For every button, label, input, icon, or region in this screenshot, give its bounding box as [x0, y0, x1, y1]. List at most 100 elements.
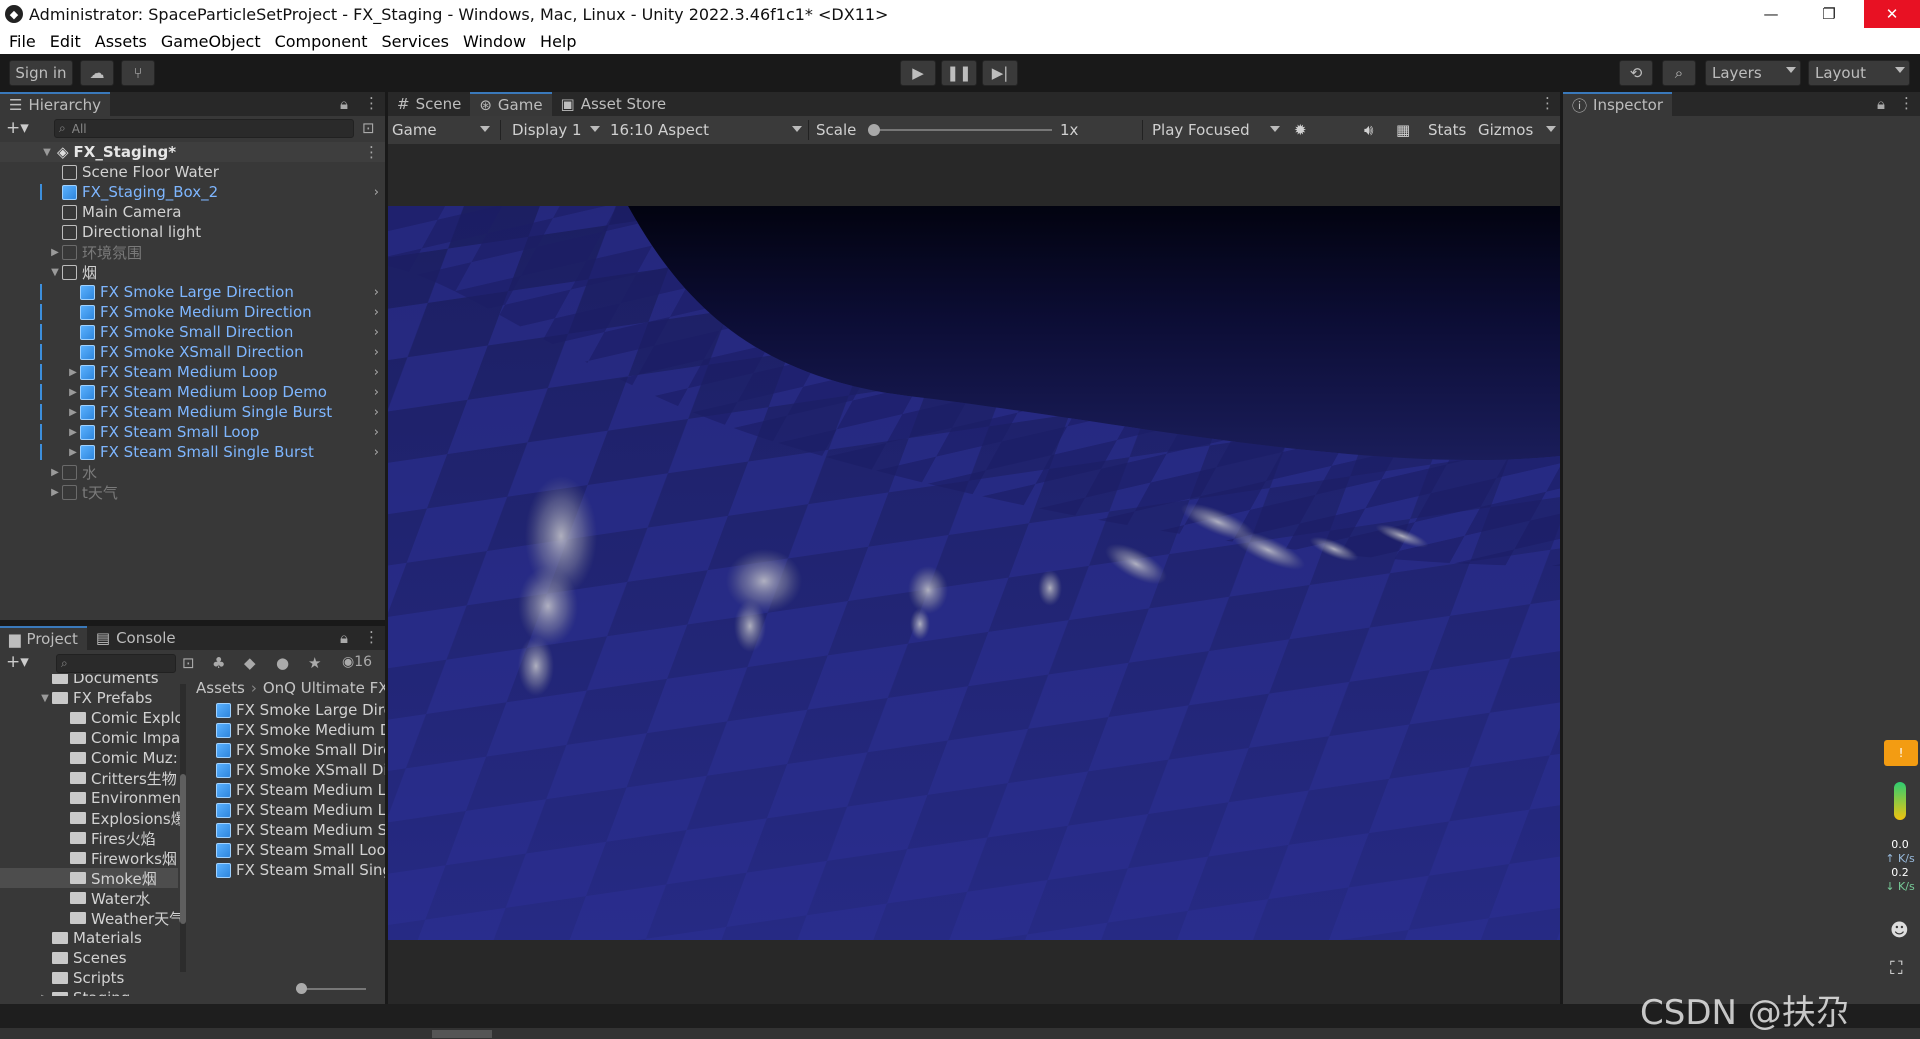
hidden-packages-counter[interactable]: ◉16 — [342, 654, 372, 670]
folder-item[interactable]: Explosions爆 — [0, 808, 186, 828]
hierarchy-item[interactable]: FX Smoke Large Direction › — [0, 282, 385, 302]
hierarchy-item[interactable]: FX Smoke Small Direction › — [0, 322, 385, 342]
panel-menu-icon[interactable]: ⋮ — [1899, 94, 1914, 112]
folder-item[interactable]: Materials — [0, 928, 178, 948]
hierarchy-item[interactable]: ▶ t天气 — [0, 482, 385, 502]
bug-icon[interactable]: ✹ — [1290, 120, 1316, 140]
close-button[interactable]: ✕ — [1864, 0, 1920, 28]
layers-dropdown[interactable]: Layers — [1705, 60, 1801, 86]
open-prefab-chevron-icon[interactable]: › — [374, 385, 379, 400]
hierarchy-item[interactable]: ▶ FX Steam Medium Loop › — [0, 362, 385, 382]
lock-icon[interactable]: 🔒︎ — [1877, 95, 1885, 113]
expand-arrow-icon[interactable]: ▼ — [38, 693, 52, 704]
folder-item[interactable]: Comic Explc — [0, 708, 183, 728]
asset-item[interactable]: FX Steam Small Loop — [216, 840, 385, 860]
layout-dropdown[interactable]: Layout — [1808, 60, 1910, 86]
cloud-icon[interactable]: ☁ — [80, 60, 114, 86]
asset-item[interactable]: FX Smoke Medium D — [216, 720, 385, 740]
menu-services[interactable]: Services — [374, 32, 455, 51]
open-prefab-chevron-icon[interactable]: › — [374, 305, 379, 320]
panel-menu-icon[interactable]: ⋮ — [364, 628, 379, 646]
menu-gameobject[interactable]: GameObject — [154, 32, 268, 51]
hierarchy-item[interactable]: FX Smoke Medium Direction › — [0, 302, 385, 322]
breadcrumb-assets[interactable]: Assets — [196, 679, 245, 697]
search-icon[interactable]: ⌕ — [1662, 60, 1696, 86]
icon-size-slider-handle[interactable] — [296, 983, 307, 994]
hierarchy-item[interactable]: ▶ 水 — [0, 462, 385, 482]
tab-game[interactable]: ⊛ Game — [470, 92, 552, 116]
stats-button[interactable]: Stats — [1424, 120, 1470, 140]
open-prefab-chevron-icon[interactable]: › — [374, 345, 379, 360]
folder-item[interactable]: ▼ FX Prefabs — [0, 688, 178, 708]
play-button[interactable]: ▶ — [900, 60, 936, 86]
folder-item[interactable]: Scripts — [0, 968, 178, 988]
hierarchy-item[interactable]: Main Camera — [0, 202, 385, 222]
favorite-icon[interactable]: ★ — [308, 654, 321, 672]
panel-menu-icon[interactable]: ⋮ — [1540, 94, 1555, 112]
project-search-input[interactable]: ⌕ — [56, 654, 176, 673]
step-button[interactable]: ▶| — [982, 60, 1018, 86]
aspect-dropdown[interactable]: 16:10 Aspect — [606, 120, 806, 140]
folder-item[interactable]: Comic Impa — [0, 728, 180, 748]
lock-icon[interactable]: 🔒︎ — [340, 629, 348, 647]
folder-item[interactable]: Scenes — [0, 948, 178, 968]
tab-project[interactable]: ▆ Project — [0, 626, 87, 650]
open-prefab-chevron-icon[interactable]: › — [374, 185, 379, 200]
folder-item[interactable]: Fireworks烟 — [0, 848, 178, 868]
icon-size-slider[interactable] — [296, 983, 366, 994]
asset-item[interactable]: FX Smoke Large Dire — [216, 700, 385, 720]
expand-arrow-icon[interactable]: ▶ — [48, 467, 62, 478]
tab-asset-store[interactable]: ▣ Asset Store — [552, 92, 676, 116]
folder-item[interactable]: Water水 — [0, 888, 178, 908]
folder-item[interactable]: Smoke烟 — [0, 868, 178, 888]
expand-arrow-icon[interactable]: ▶ — [66, 427, 80, 438]
hierarchy-search-input[interactable]: ⌕ All — [54, 119, 354, 138]
asset-item[interactable]: FX Smoke XSmall Di — [216, 760, 385, 780]
asset-item[interactable]: FX Steam Medium Lc — [216, 800, 385, 820]
hierarchy-item[interactable]: Scene Floor Water — [0, 162, 385, 182]
chat-icon[interactable]: ☻ — [1890, 920, 1909, 941]
expand-arrow-icon[interactable]: ▶ — [66, 447, 80, 458]
folder-item[interactable]: Comic Muz: — [0, 748, 178, 768]
hierarchy-item[interactable]: ▶ FX Steam Small Loop › — [0, 422, 385, 442]
hierarchy-item[interactable]: ▶ FX Steam Medium Single Burst › — [0, 402, 385, 422]
folder-item[interactable]: Weather天气 — [0, 908, 184, 928]
label-filter-icon[interactable]: ◆ — [244, 654, 256, 672]
folder-item[interactable]: Environmen — [0, 788, 181, 808]
open-prefab-chevron-icon[interactable]: › — [374, 425, 379, 440]
folder-item[interactable]: Critters生物 — [0, 768, 178, 788]
hierarchy-item[interactable]: Directional light — [0, 222, 385, 242]
menu-window[interactable]: Window — [456, 32, 533, 51]
sign-in-button[interactable]: Sign in — [9, 60, 73, 86]
folder-item[interactable]: Documents — [0, 674, 178, 688]
hierarchy-item[interactable]: FX_Staging_Box_2 › — [0, 182, 385, 202]
collab-icon[interactable]: ⑂ — [121, 60, 155, 86]
hierarchy-item[interactable]: ▶ 环境氛围 — [0, 242, 385, 262]
screenshot-icon[interactable]: ⛶ — [1890, 958, 1903, 979]
hierarchy-item[interactable]: ▼ 烟 — [0, 262, 385, 282]
hierarchy-item[interactable]: FX Smoke XSmall Direction › — [0, 342, 385, 362]
tab-scene[interactable]: # Scene — [388, 92, 470, 116]
expand-arrow-icon[interactable]: ▶ — [48, 247, 62, 258]
menu-file[interactable]: File — [2, 32, 43, 51]
scene-menu-icon[interactable]: ⋮ — [364, 143, 379, 161]
tab-hierarchy[interactable]: ☰ Hierarchy — [0, 92, 110, 116]
expand-arrow-icon[interactable]: ▼ — [40, 147, 54, 158]
add-object-button[interactable]: +▾ — [6, 118, 29, 138]
tab-inspector[interactable]: ⓘ Inspector — [1563, 92, 1672, 116]
pause-button[interactable]: ❚❚ — [941, 60, 977, 86]
scale-slider[interactable] — [868, 124, 1052, 136]
asset-item[interactable]: FX Smoke Small Dire — [216, 740, 385, 760]
game-viewport[interactable] — [388, 206, 1560, 940]
open-prefab-chevron-icon[interactable]: › — [374, 325, 379, 340]
create-asset-button[interactable]: +▾ — [6, 652, 29, 672]
expand-arrow-icon[interactable]: ▶ — [66, 407, 80, 418]
scene-row[interactable]: ▼ ◈ FX_Staging* ⋮ — [0, 142, 385, 162]
asset-item[interactable]: FX Steam Small Sing — [216, 860, 385, 880]
open-prefab-chevron-icon[interactable]: › — [374, 285, 379, 300]
game-view-dropdown[interactable]: Game — [388, 120, 494, 140]
scene-visibility-icon[interactable]: ⊡ — [362, 119, 375, 137]
expand-arrow-icon[interactable]: ▶ — [66, 387, 80, 398]
lock-icon[interactable]: 🔒︎ — [340, 95, 348, 113]
open-prefab-chevron-icon[interactable]: › — [374, 365, 379, 380]
